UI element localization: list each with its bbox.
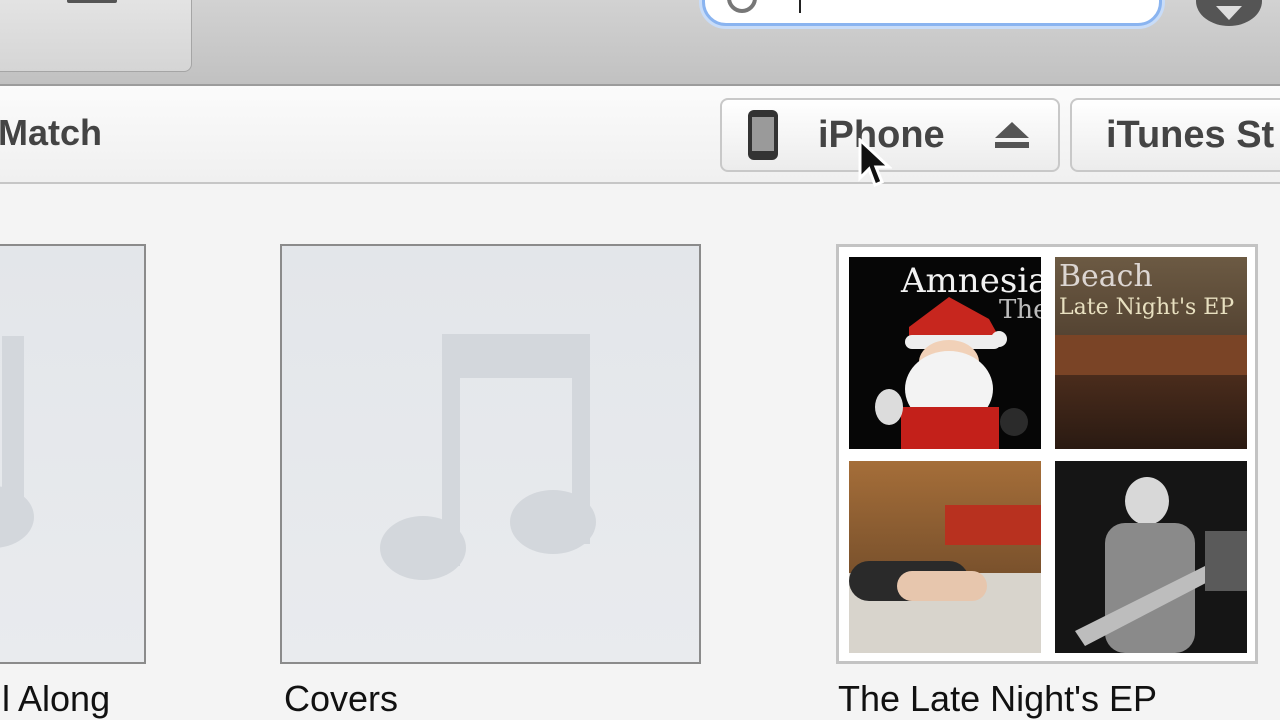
mouse-cursor-icon [858,138,892,187]
album-title[interactable]: Covers [284,678,398,720]
download-button[interactable] [1196,0,1262,26]
album-title[interactable]: The Late Night's EP [838,678,1157,720]
album-cover[interactable] [0,244,146,664]
album-cover[interactable] [280,244,701,664]
itunes-match-tab[interactable]: Match [0,112,102,154]
album-art-text: Beach [1059,259,1153,294]
text-caret [799,0,801,13]
list-view-button[interactable] [0,0,192,72]
album-art-tile: Beach Late Night's EP [1055,257,1247,449]
iphone-icon [748,110,778,160]
album-art-text: Late Night's EP [1059,295,1235,320]
itunes-store-button[interactable]: iTunes St [1070,98,1280,172]
album-cover[interactable]: Amnesia The Beach Late Night's EP [836,244,1258,664]
search-icon [727,0,757,13]
download-icon [1216,6,1242,20]
music-note-icon [0,246,148,666]
album-art-tile: Amnesia The [849,257,1041,449]
album-art-tile [849,461,1041,653]
itunes-window: Match iPhone iTunes St ll Along Covers A… [0,0,1280,720]
music-note-icon [282,246,703,666]
album-title[interactable]: ll Along [0,678,110,720]
album-art-tile [1055,461,1247,653]
eject-icon[interactable] [994,122,1030,150]
list-icon [67,0,117,3]
search-input[interactable] [702,0,1162,26]
top-toolbar [0,0,1280,86]
guitarist-figure [1055,461,1247,653]
santa-figure [875,297,1028,449]
store-label: iTunes St [1106,114,1275,156]
